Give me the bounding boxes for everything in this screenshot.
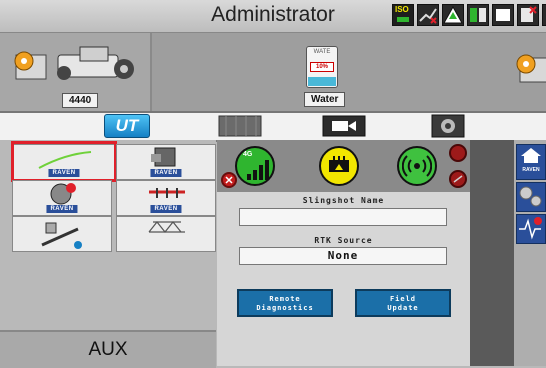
alert-icon[interactable] <box>442 4 464 26</box>
gps-icon[interactable] <box>467 4 489 26</box>
tab-map[interactable] <box>212 113 270 138</box>
ethernet-icon[interactable] <box>319 146 359 186</box>
menu-icon[interactable] <box>542 4 546 26</box>
dark-separator-strip <box>470 140 514 366</box>
machine-tile[interactable]: 4440 <box>0 33 152 111</box>
field-update-line1: Field <box>389 295 417 303</box>
rtk-source-label: RTK Source <box>314 236 373 245</box>
error-icon[interactable] <box>517 4 539 26</box>
tab-ut[interactable]: UT <box>98 113 156 138</box>
raven-logo: RAVEN <box>46 205 78 213</box>
gears-icon <box>519 186 542 207</box>
tab-camera[interactable] <box>316 113 374 138</box>
product-tile[interactable]: WATE 10% Water <box>298 46 346 110</box>
tractor-icon <box>57 46 134 80</box>
remote-diagnostics-line2: Diagnostics <box>256 304 314 312</box>
slingshot-name-label: Slingshot Name <box>302 196 385 205</box>
screen-icon[interactable] <box>492 4 514 26</box>
machine-settings-icon <box>14 51 47 80</box>
tank-percent-label: 10% <box>310 62 334 72</box>
iso-label: ISO <box>395 5 409 14</box>
field-update-line2: Update <box>387 304 419 312</box>
camera-icon <box>322 115 366 137</box>
remote-diagnostics-button[interactable]: Remote Diagnostics <box>237 289 333 317</box>
implement-icon <box>41 222 82 249</box>
diagnostics-button[interactable] <box>516 214 546 244</box>
raven-logo: RAVEN <box>150 169 182 177</box>
raven-logo: RAVEN <box>522 167 540 173</box>
truss-icon <box>148 221 185 233</box>
map-icon <box>218 115 262 137</box>
slingshot-name-field[interactable] <box>239 208 447 226</box>
aux-button[interactable]: AUX <box>0 330 216 368</box>
right-tool-strip: RAVEN <box>514 140 546 366</box>
waveform-icon <box>519 217 542 240</box>
rate-control-icon <box>151 147 176 167</box>
app-raven-diagnostics[interactable]: RAVEN <box>12 180 112 216</box>
home-icon <box>521 148 541 163</box>
diagnostics-icon <box>50 183 76 205</box>
implement-settings-icon[interactable] <box>512 50 546 86</box>
tank-top-label: WATE <box>313 49 331 55</box>
cellular-badge: 4G <box>243 151 253 158</box>
status-icons: ISO <box>392 4 546 28</box>
rtk-source-field[interactable]: None <box>239 247 447 265</box>
tank-icon: WATE 10% <box>306 46 338 88</box>
boom-icon <box>149 188 185 198</box>
selected-outline <box>11 141 117 182</box>
machine-model-label: 4440 <box>62 93 99 108</box>
raven-logo: RAVEN <box>150 205 182 213</box>
app-raven-rate[interactable]: RAVEN <box>116 144 216 180</box>
home-button[interactable]: RAVEN <box>516 144 546 180</box>
iso-status-icon[interactable]: ISO <box>392 4 414 26</box>
status-error-icon[interactable] <box>449 170 467 188</box>
product-label: Water <box>304 92 346 107</box>
app-raven-boom[interactable]: RAVEN <box>116 180 216 216</box>
cellular-icon[interactable]: 4G <box>235 146 275 186</box>
settings-icon <box>431 114 465 138</box>
slingshot-panel: 4G Slingshot Name RTK Source None Remote… <box>217 140 470 366</box>
settings-button[interactable] <box>516 182 546 212</box>
wifi-icon[interactable] <box>397 146 437 186</box>
signal-icon[interactable] <box>417 4 439 26</box>
tab-settings[interactable] <box>420 113 478 138</box>
tab-ut-label: UT <box>115 116 139 135</box>
status-error-icon[interactable] <box>449 144 467 162</box>
ut-icon: UT <box>104 114 150 138</box>
remote-diagnostics-line1: Remote <box>269 295 301 303</box>
app-raven-implement[interactable] <box>12 216 112 252</box>
tank-level-fill <box>308 77 336 86</box>
field-update-button[interactable]: Field Update <box>355 289 451 317</box>
app-raven-toolbar[interactable] <box>116 216 216 252</box>
connection-error-icon[interactable] <box>221 172 237 188</box>
